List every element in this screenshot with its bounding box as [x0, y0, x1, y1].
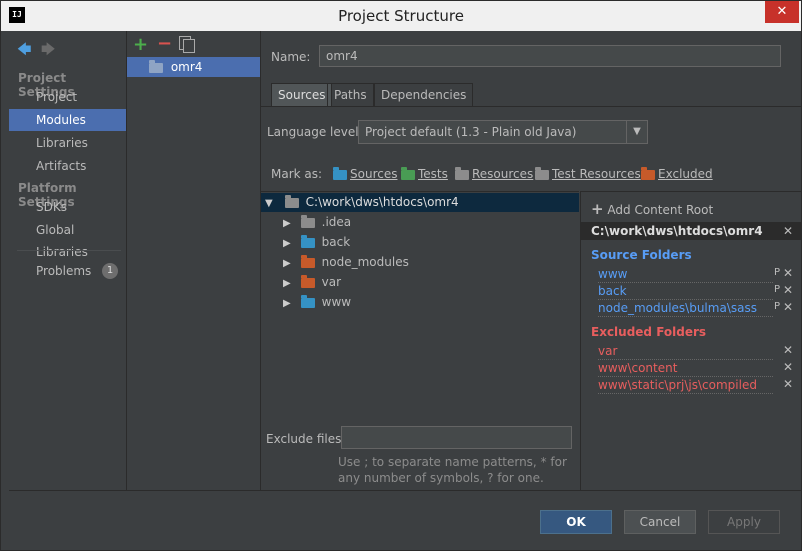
mark-excluded-button[interactable]: Excluded [641, 166, 713, 181]
content-root-panel: + Add Content Root C:\work\dws\htdocs\om… [580, 191, 801, 491]
resources-folder-icon [455, 166, 469, 180]
tree-item-idea[interactable]: ▶ .idea [283, 212, 351, 232]
title-bar: IJ Project Structure ✕ [1, 1, 801, 31]
source-folders-header: Source Folders [591, 248, 692, 262]
collapsed-triangle-icon[interactable]: ▶ [283, 254, 297, 274]
folder-icon [300, 214, 315, 228]
source-folder-entry: back [598, 283, 773, 300]
exclude-files-input[interactable] [341, 426, 572, 449]
name-label: Name: [271, 50, 311, 64]
package-prefix-icon[interactable]: P [774, 301, 780, 312]
collapsed-triangle-icon[interactable]: ▶ [283, 294, 297, 314]
nav-item-global-libraries[interactable]: Global Libraries [9, 219, 126, 259]
source-folder-entry: node_modules\bulma\sass [598, 300, 773, 317]
copy-module-icon-front [183, 39, 195, 53]
remove-root-icon[interactable]: ✕ [783, 222, 793, 240]
excluded-folder-icon [300, 274, 315, 288]
add-module-icon[interactable]: + [133, 34, 148, 55]
problems-count-badge: 1 [102, 263, 118, 279]
mark-sources-button[interactable]: Sources [333, 166, 397, 181]
source-folder-entry: www [598, 266, 773, 283]
test-resources-folder-icon [535, 166, 549, 180]
nav-item-sdks[interactable]: SDKs [9, 196, 126, 218]
folder-icon [284, 194, 299, 208]
ok-button[interactable]: OK [540, 510, 612, 534]
collapsed-triangle-icon[interactable]: ▶ [283, 234, 297, 254]
plus-icon: + [591, 200, 604, 218]
dialog-button-bar: OK Cancel Apply [9, 490, 801, 550]
source-folder-icon [300, 234, 315, 248]
tab-paths[interactable]: Paths [327, 83, 374, 106]
module-name-input[interactable]: omr4 [319, 45, 781, 67]
excluded-folder-icon [300, 254, 315, 268]
exclude-files-label: Exclude files: [266, 432, 346, 446]
project-structure-dialog: IJ Project Structure ✕ 🡄 🡆 Project Setti… [0, 0, 802, 551]
nav-item-problems[interactable]: Problems 1 [9, 260, 126, 282]
sources-folder-icon [333, 166, 347, 180]
tree-item-node-modules[interactable]: ▶ node_modules [283, 252, 409, 272]
remove-source-icon[interactable]: ✕ [783, 283, 793, 297]
tab-sources[interactable]: Sources [271, 83, 333, 106]
modules-panel: + − omr4 [127, 31, 261, 490]
language-level-value: Project default (1.3 - Plain old Java) [365, 125, 577, 139]
remove-excluded-icon[interactable]: ✕ [783, 343, 793, 357]
source-folder-icon [300, 294, 315, 308]
excluded-folders-header: Excluded Folders [591, 325, 707, 339]
add-content-root-button[interactable]: + Add Content Root [591, 200, 713, 218]
tree-item-back[interactable]: ▶ back [283, 232, 350, 252]
nav-item-modules[interactable]: Modules [9, 109, 126, 131]
problems-label: Problems [36, 264, 92, 278]
module-item-omr4[interactable]: omr4 [127, 57, 260, 77]
tree-item-var[interactable]: ▶ var [283, 272, 341, 292]
mark-tests-button[interactable]: Tests [401, 166, 448, 181]
collapsed-triangle-icon[interactable]: ▶ [283, 274, 297, 294]
module-folder-icon [149, 57, 163, 77]
settings-nav: 🡄 🡆 Project Settings Project Modules Lib… [9, 31, 127, 490]
excluded-folder-entry: www\content [598, 360, 773, 377]
remove-excluded-icon[interactable]: ✕ [783, 377, 793, 391]
mark-test-resources-button[interactable]: Test Resources [535, 166, 641, 181]
nav-item-artifacts[interactable]: Artifacts [9, 155, 126, 177]
package-prefix-icon[interactable]: P [774, 267, 780, 278]
tree-root-row[interactable]: ▼ C:\work\dws\htdocs\omr4 [261, 193, 579, 212]
language-level-label: Language level: [267, 125, 363, 139]
excluded-folder-icon [641, 166, 655, 180]
tab-underline [261, 106, 801, 107]
nav-item-project[interactable]: Project [9, 86, 126, 108]
exclude-files-hint: Use ; to separate name patterns, * for a… [338, 455, 567, 485]
collapsed-triangle-icon[interactable]: ▶ [283, 214, 297, 234]
tree-item-www[interactable]: ▶ www [283, 292, 351, 312]
tree-root-label: C:\work\dws\htdocs\omr4 [305, 195, 459, 209]
mark-as-label: Mark as: [271, 167, 323, 181]
remove-source-icon[interactable]: ✕ [783, 266, 793, 280]
forward-arrow-icon[interactable]: 🡆 [41, 39, 55, 63]
expanded-triangle-icon[interactable]: ▼ [265, 194, 279, 213]
apply-button[interactable]: Apply [708, 510, 780, 534]
language-level-select[interactable]: Project default (1.3 - Plain old Java) ▼ [358, 120, 648, 144]
close-button[interactable]: ✕ [765, 1, 799, 23]
nav-divider [17, 250, 121, 251]
back-arrow-icon[interactable]: 🡄 [17, 39, 31, 63]
chevron-down-icon: ▼ [626, 121, 647, 143]
directory-tree: ▼ C:\work\dws\htdocs\omr4 ▶ .idea ▶ back… [261, 191, 579, 491]
remove-module-icon[interactable]: − [157, 33, 172, 54]
module-details: Name: omr4 Sources Paths Dependencies La… [261, 31, 801, 491]
package-prefix-icon[interactable]: P [774, 284, 780, 295]
nav-item-libraries[interactable]: Libraries [9, 132, 126, 154]
tab-dependencies[interactable]: Dependencies [374, 83, 474, 106]
cancel-button[interactable]: Cancel [624, 510, 696, 534]
excluded-folder-entry: var [598, 343, 773, 360]
module-name: omr4 [170, 60, 203, 74]
content-root-path: C:\work\dws\htdocs\omr4 ✕ [581, 222, 801, 240]
remove-source-icon[interactable]: ✕ [783, 300, 793, 314]
remove-excluded-icon[interactable]: ✕ [783, 360, 793, 374]
excluded-folder-entry: www\static\prj\js\compiled [598, 377, 773, 394]
mark-resources-button[interactable]: Resources [455, 166, 533, 181]
window-title: Project Structure [338, 7, 464, 25]
tests-folder-icon [401, 166, 415, 180]
